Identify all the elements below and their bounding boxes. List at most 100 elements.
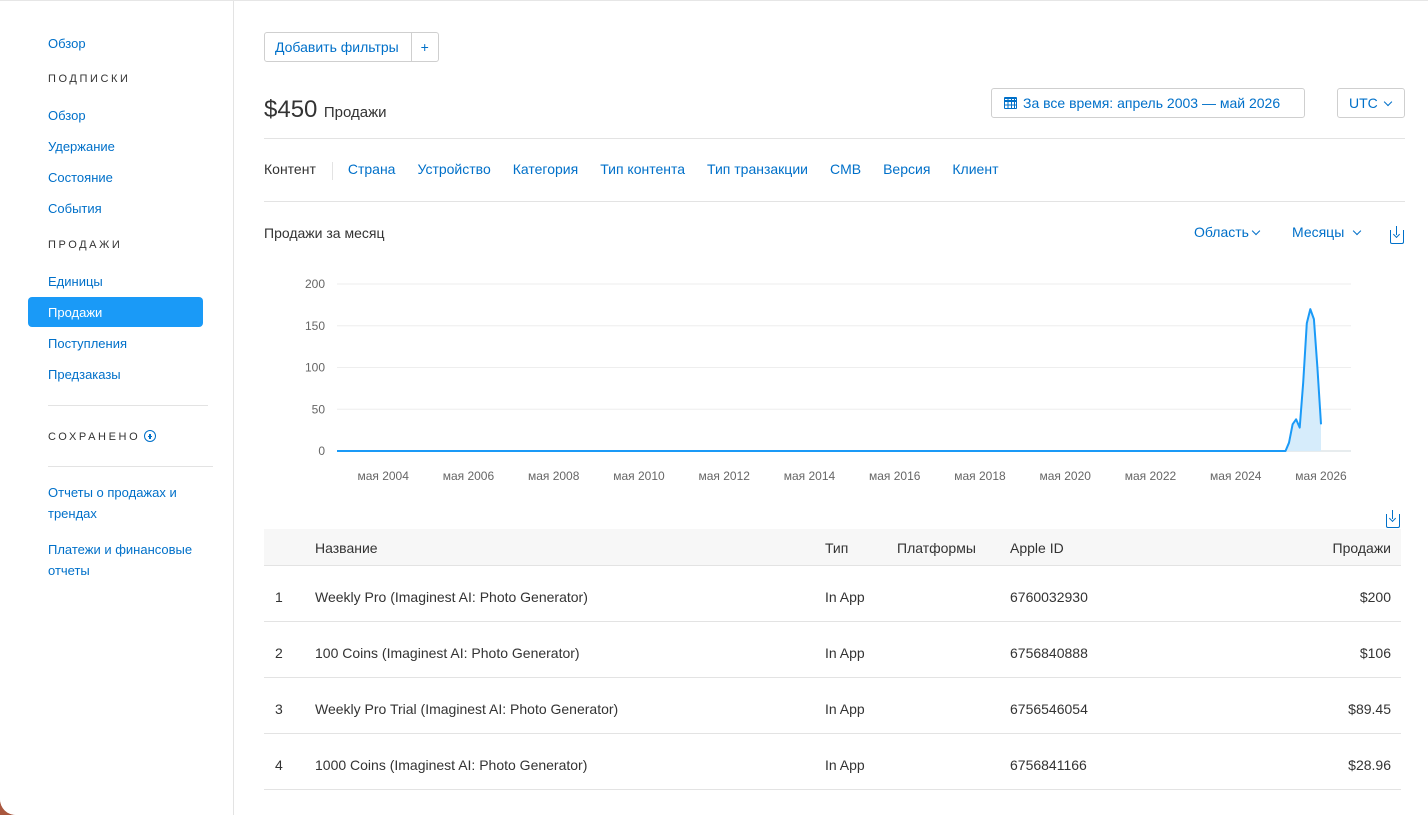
chevron-down-icon bbox=[1383, 97, 1393, 107]
table-row[interactable]: 5500 Coins (Imaginest AI: Photo Generato… bbox=[264, 790, 1401, 815]
cell-rank: 3 bbox=[275, 701, 283, 718]
x-tick-label: мая 2004 bbox=[357, 469, 409, 483]
sidebar-item-retention[interactable]: Удержание bbox=[48, 139, 115, 154]
cell-rank: 4 bbox=[275, 757, 283, 774]
y-tick-label: 50 bbox=[312, 402, 326, 416]
tab-client[interactable]: Клиент bbox=[952, 161, 998, 202]
cell-name: Weekly Pro (Imaginest AI: Photo Generato… bbox=[315, 589, 588, 606]
table-row[interactable]: 4 1000 Coins (Imaginest AI: Photo Generat… bbox=[264, 734, 1401, 790]
column-header-type[interactable]: Тип bbox=[825, 540, 848, 556]
sidebar-item-overview[interactable]: Обзор bbox=[48, 36, 86, 51]
column-header-apple-id[interactable]: Apple ID bbox=[1010, 540, 1064, 556]
calendar-icon bbox=[1004, 97, 1017, 109]
x-tick-label: мая 2024 bbox=[1210, 469, 1262, 483]
table-row[interactable]: 2 100 Coins (Imaginest AI: Photo Generato… bbox=[264, 622, 1401, 678]
tab-version[interactable]: Версия bbox=[883, 161, 930, 202]
cell-apple-id: 6760032930 bbox=[1010, 589, 1088, 606]
tab-country[interactable]: Страна bbox=[348, 161, 396, 202]
cell-apple-id: 6756840888 bbox=[1010, 645, 1088, 662]
divider bbox=[264, 201, 1405, 202]
table-row[interactable]: 1 Weekly Pro (Imaginest AI: Photo Generat… bbox=[264, 566, 1401, 622]
chevron-down-icon bbox=[1353, 226, 1362, 236]
chart-view-label: Область bbox=[1194, 224, 1249, 240]
tab-category[interactable]: Категория bbox=[513, 161, 578, 202]
x-tick-label: мая 2018 bbox=[954, 469, 1006, 483]
date-range-button[interactable]: За все время: апрель 2003 — май 2026 bbox=[991, 88, 1305, 118]
sidebar-item-events[interactable]: События bbox=[48, 201, 102, 216]
sidebar-item-payments-reports[interactable]: Платежи и финансовые отчеты bbox=[48, 539, 198, 581]
cell-type: In App bbox=[825, 701, 865, 718]
cell-sales: $200 bbox=[1359, 589, 1391, 606]
x-tick-label: мая 2012 bbox=[698, 469, 750, 483]
sidebar-item-sales[interactable]: Продажи bbox=[28, 297, 203, 327]
add-filters-label[interactable]: Добавить фильтры bbox=[265, 33, 412, 61]
x-tick-label: мая 2008 bbox=[528, 469, 580, 483]
chevron-down-icon bbox=[1251, 226, 1261, 236]
cell-rank: 1 bbox=[275, 589, 283, 606]
add-filter-plus-button[interactable]: + bbox=[412, 33, 438, 61]
cell-name: 100 Coins (Imaginest AI: Photo Generator… bbox=[315, 645, 580, 662]
download-chart-icon[interactable] bbox=[1390, 226, 1404, 244]
sidebar-item-state[interactable]: Состояние bbox=[48, 170, 113, 185]
sidebar-item-subscriptions-overview[interactable]: Обзор bbox=[48, 108, 86, 123]
series-area bbox=[337, 309, 1321, 451]
sidebar-item-label: Продажи bbox=[48, 305, 103, 320]
cell-apple-id: 6756546054 bbox=[1010, 701, 1088, 718]
chart-period-label: Месяцы bbox=[1292, 224, 1345, 240]
x-tick-label: мая 2016 bbox=[869, 469, 921, 483]
main-content: Добавить фильтры + $450 Продажи За все в… bbox=[234, 1, 1428, 815]
cell-rank: 2 bbox=[275, 645, 283, 662]
add-saved-icon[interactable] bbox=[144, 430, 157, 442]
x-tick-label: мая 2010 bbox=[613, 469, 665, 483]
sales-total-caption: Продажи bbox=[323, 104, 387, 121]
sales-table: Название Тип Платформы Apple ID Продажи 1 Wee… bbox=[264, 529, 1401, 815]
sales-chart: 200 150 100 50 0 мая 2004 мая 2006 мая 2008 мая … bbox=[305, 277, 1351, 483]
table-header: Название Тип Платформы Apple ID Продажи bbox=[264, 529, 1401, 566]
add-filters-button[interactable]: Добавить фильтры + bbox=[264, 32, 439, 62]
timezone-select[interactable]: UTC bbox=[1337, 88, 1405, 118]
column-header-platforms[interactable]: Платформы bbox=[897, 540, 976, 556]
series-line bbox=[337, 308, 1322, 452]
tab-transaction-type[interactable]: Тип транзакции bbox=[707, 161, 808, 202]
chart-view-dropdown[interactable]: Область bbox=[1194, 224, 1261, 240]
tab-content-type[interactable]: Тип контента bbox=[600, 161, 685, 202]
chart-period-dropdown[interactable]: Месяцы bbox=[1292, 224, 1362, 240]
cell-apple-id: 6756841166 bbox=[1010, 757, 1087, 774]
timezone-label: UTC bbox=[1349, 95, 1378, 111]
cell-sales: $28.96 bbox=[1348, 757, 1391, 774]
download-table-icon[interactable] bbox=[1386, 510, 1400, 528]
cell-name: 1000 Coins (Imaginest AI: Photo Generato… bbox=[315, 757, 588, 774]
sidebar-item-proceeds[interactable]: Поступления bbox=[48, 336, 127, 351]
sidebar-item-units[interactable]: Единицы bbox=[48, 274, 103, 289]
table-row[interactable]: 3 Weekly Pro Trial (Imaginest AI: Photo G… bbox=[264, 678, 1401, 734]
cell-name: Weekly Pro Trial (Imaginest AI: Photo Ge… bbox=[315, 701, 619, 718]
tab-content[interactable]: Контент bbox=[264, 161, 316, 202]
sales-total-amount: $450 bbox=[264, 96, 318, 123]
y-tick-label: 100 bbox=[305, 361, 325, 375]
sidebar: Обзор ПОДПИСКИ Обзор Удержание Состояние… bbox=[0, 1, 234, 815]
cell-type: In App bbox=[825, 589, 865, 606]
sidebar-heading-saved-label: СОХРАНЕНО bbox=[48, 431, 141, 443]
column-header-sales[interactable]: Продажи bbox=[1333, 540, 1391, 556]
tab-cmb[interactable]: CMB bbox=[830, 161, 861, 202]
sidebar-divider bbox=[48, 405, 208, 406]
app-window: Обзор ПОДПИСКИ Обзор Удержание Состояние… bbox=[0, 0, 1428, 815]
dimension-tabs: Контент Страна Устройство Категория Тип … bbox=[264, 161, 1020, 202]
date-range-label: За все время: апрель 2003 — май 2026 bbox=[1023, 95, 1281, 111]
x-tick-label: мая 2022 bbox=[1125, 469, 1177, 483]
sidebar-item-preorders[interactable]: Предзаказы bbox=[48, 367, 121, 382]
cell-sales: $106 bbox=[1359, 645, 1391, 662]
y-tick-label: 150 bbox=[305, 319, 325, 333]
y-tick-label: 200 bbox=[305, 277, 325, 291]
tab-device[interactable]: Устройство bbox=[417, 161, 490, 202]
divider bbox=[264, 138, 1405, 139]
chart-title: Продажи за месяц bbox=[264, 225, 385, 241]
sidebar-heading-subscriptions: ПОДПИСКИ bbox=[48, 73, 131, 85]
sidebar-item-sales-trends-reports[interactable]: Отчеты о продажах и трендах bbox=[48, 482, 198, 524]
tab-separator bbox=[331, 162, 333, 180]
y-tick-label: 0 bbox=[318, 444, 325, 458]
x-tick-label: мая 2026 bbox=[1295, 469, 1347, 483]
cell-type: In App bbox=[825, 645, 865, 662]
x-tick-label: мая 2014 bbox=[784, 469, 836, 483]
column-header-name[interactable]: Название bbox=[315, 540, 378, 556]
